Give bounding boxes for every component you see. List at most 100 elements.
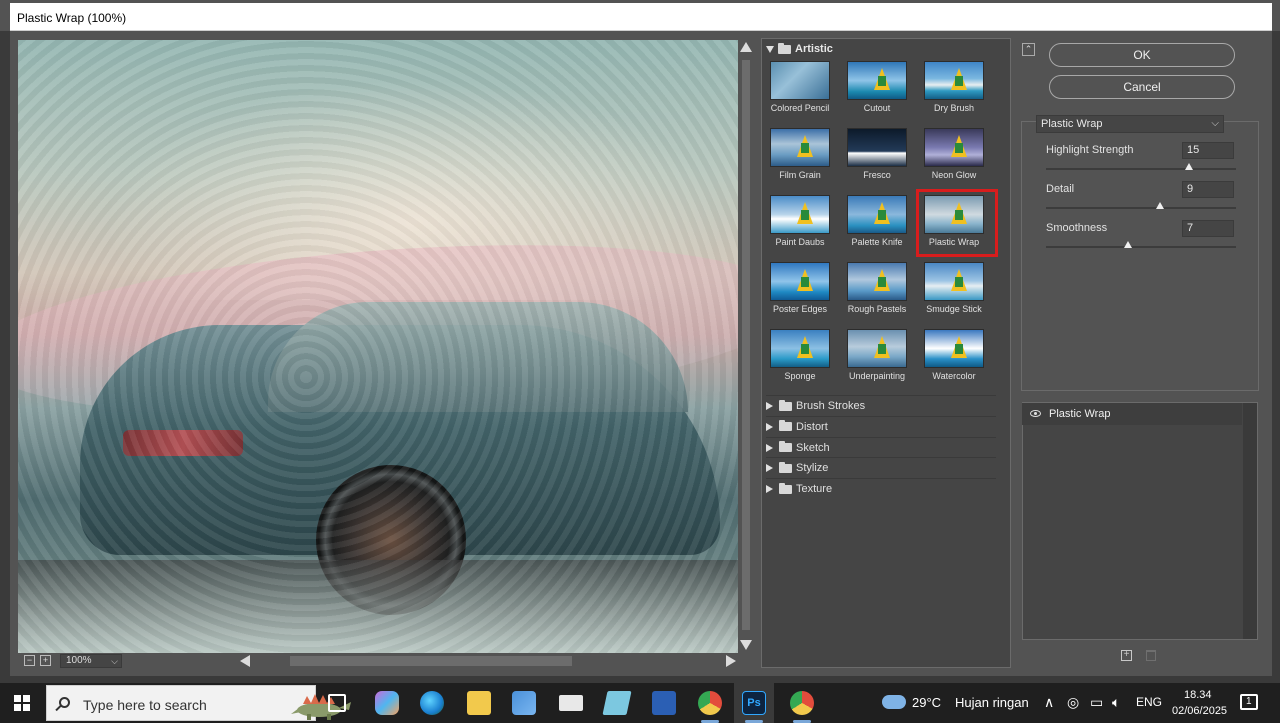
weather-temperature[interactable]: 29°C xyxy=(912,695,941,710)
clock-date[interactable]: 02/06/2025 xyxy=(1172,705,1227,717)
filter-thumbnail-palette-knife[interactable]: Palette Knife xyxy=(845,193,909,255)
scroll-down-icon[interactable] xyxy=(740,640,752,650)
copilot-icon[interactable] xyxy=(375,691,399,715)
filter-thumbnail-neon-glow[interactable]: Neon Glow xyxy=(922,126,986,188)
sail-stripe xyxy=(878,76,886,86)
filter-thumbnail-rough-pastels[interactable]: Rough Pastels xyxy=(845,260,909,322)
filter-thumbnail-dry-brush[interactable]: Dry Brush xyxy=(922,59,986,121)
filter-thumbnail-poster-edges[interactable]: Poster Edges xyxy=(768,260,832,322)
windows-start-icon[interactable] xyxy=(14,695,30,711)
volume-icon[interactable]: 🔈︎ xyxy=(1112,694,1120,711)
mail-icon[interactable] xyxy=(559,695,583,711)
meet-now-icon[interactable]: ◎ xyxy=(1067,694,1079,711)
filter-thumbnail-sponge[interactable]: Sponge xyxy=(768,327,832,389)
layers-scrollbar[interactable] xyxy=(1243,403,1257,639)
chrome-icon[interactable] xyxy=(698,691,722,715)
weather-cloud-icon[interactable] xyxy=(882,695,906,709)
filter-thumbnail-label: Palette Knife xyxy=(851,237,903,247)
delete-effect-layer-icon[interactable] xyxy=(1146,650,1156,661)
word-icon[interactable] xyxy=(652,691,676,715)
param-slider-track[interactable] xyxy=(1046,207,1236,209)
filter-thumbnail-colored-pencil[interactable]: Colored Pencil xyxy=(768,59,832,121)
category-brush-strokes[interactable]: Brush Strokes xyxy=(766,395,996,415)
category-texture[interactable]: Texture xyxy=(766,478,996,498)
chevron-down-icon: ⌵ xyxy=(111,656,118,666)
param-input-smoothness[interactable]: 7 xyxy=(1182,220,1234,237)
notification-center-icon[interactable]: 1 xyxy=(1240,694,1258,710)
category-artistic[interactable]: Artistic xyxy=(766,42,833,59)
sail-stripe xyxy=(801,277,809,287)
param-input-highlight-strength[interactable]: 15 xyxy=(1182,142,1234,159)
network-icon[interactable]: ▭ xyxy=(1090,694,1103,711)
window-frame-bottom xyxy=(0,676,1280,683)
filter-thumbnail-paint-daubs[interactable]: Paint Daubs xyxy=(768,193,832,255)
filter-preview-image xyxy=(847,195,907,234)
param-slider-thumb[interactable] xyxy=(1185,163,1193,170)
param-label-detail: Detail xyxy=(1046,183,1075,195)
param-slider-track[interactable] xyxy=(1046,168,1236,170)
horizontal-scrollbar-thumb[interactable] xyxy=(290,656,572,666)
filter-thumbnail-cutout[interactable]: Cutout xyxy=(845,59,909,121)
param-slider-thumb[interactable] xyxy=(1124,241,1132,248)
param-input-detail[interactable]: 9 xyxy=(1182,181,1234,198)
chevron-up-icon[interactable]: ∧ xyxy=(1044,694,1054,711)
filter-preview-image xyxy=(847,329,907,368)
filter-settings-panel xyxy=(1021,121,1259,391)
param-slider-track[interactable] xyxy=(1046,246,1236,248)
filter-thumbnail-label: Cutout xyxy=(863,103,891,113)
filter-thumbnail-film-grain[interactable]: Film Grain xyxy=(768,126,832,188)
scrollbar-thumb[interactable] xyxy=(742,60,750,630)
effect-layer-row[interactable]: Plastic Wrap xyxy=(1022,403,1242,425)
filter-thumbnail-underpainting[interactable]: Underpainting xyxy=(845,327,909,389)
category-label: Stylize xyxy=(796,462,829,475)
cancel-button[interactable]: Cancel xyxy=(1049,75,1235,99)
scroll-up-icon[interactable] xyxy=(740,42,752,52)
category-sketch[interactable]: Sketch xyxy=(766,436,996,457)
category-stylize[interactable]: Stylize xyxy=(766,457,996,477)
zoom-in-button[interactable]: + xyxy=(40,655,51,666)
collapse-gallery-icon[interactable]: ⌃ xyxy=(1022,43,1035,56)
sail-stripe xyxy=(955,344,963,354)
collapsed-triangle-icon xyxy=(766,485,773,494)
language-indicator[interactable]: ENG xyxy=(1136,695,1162,709)
filter-thumbnail-label: Sponge xyxy=(784,371,816,381)
filter-preview-image xyxy=(770,262,830,301)
sail-stripe xyxy=(955,143,963,153)
filter-thumbnail-label: Neon Glow xyxy=(931,170,977,180)
filter-preview-image xyxy=(924,128,984,167)
filter-preview-image xyxy=(770,195,830,234)
scroll-left-icon[interactable] xyxy=(240,655,250,667)
file-explorer-icon[interactable] xyxy=(467,691,491,715)
expanded-triangle-icon xyxy=(766,45,774,53)
dialog-titlebar[interactable]: Plastic Wrap (100%) xyxy=(10,3,1272,31)
eye-icon[interactable] xyxy=(1030,410,1041,417)
microsoft-store-icon[interactable] xyxy=(512,691,536,715)
filter-thumbnail-fresco[interactable]: Fresco xyxy=(845,126,909,188)
zoom-out-button[interactable]: − xyxy=(24,655,35,666)
filter-preview-image[interactable] xyxy=(18,40,738,653)
filter-preview-image xyxy=(847,262,907,301)
scroll-right-icon[interactable] xyxy=(726,655,736,667)
zoom-select[interactable]: 100% ⌵ xyxy=(60,654,122,668)
filter-thumbnail-watercolor[interactable]: Watercolor xyxy=(922,327,986,389)
task-view-icon[interactable] xyxy=(328,694,346,712)
preview-plastic-sheen xyxy=(18,40,738,653)
param-slider-thumb[interactable] xyxy=(1156,202,1164,209)
new-effect-layer-icon[interactable]: + xyxy=(1121,650,1132,661)
weather-description[interactable]: Hujan ringan xyxy=(955,695,1029,710)
ok-button[interactable]: OK xyxy=(1049,43,1235,67)
filter-preview-image xyxy=(924,262,984,301)
filter-thumbnail-smudge-stick[interactable]: Smudge Stick xyxy=(922,260,986,322)
filter-select[interactable]: Plastic Wrap ⌵ xyxy=(1036,115,1224,133)
effect-layers-panel xyxy=(1022,402,1258,640)
category-distort[interactable]: Distort xyxy=(766,415,996,436)
photoshop-icon[interactable]: Ps xyxy=(742,691,766,715)
taskbar-search-box[interactable]: Type here to search xyxy=(46,685,351,721)
clock-time[interactable]: 18.34 xyxy=(1184,689,1212,701)
sticky-notes-icon[interactable] xyxy=(602,691,632,715)
notification-count: 1 xyxy=(1246,696,1252,707)
edge-browser-icon[interactable] xyxy=(420,691,444,715)
chrome-profile-icon[interactable] xyxy=(790,691,814,715)
filter-thumbnail-plastic-wrap[interactable]: Plastic Wrap xyxy=(916,189,998,257)
preview-vertical-scrollbar[interactable] xyxy=(738,40,754,653)
